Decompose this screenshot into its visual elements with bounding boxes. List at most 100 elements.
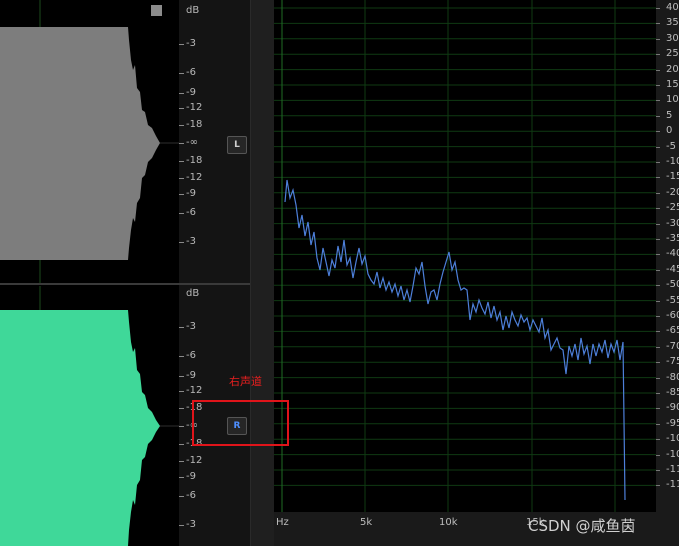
db-tick: [179, 73, 184, 74]
db-tick-label: -9: [186, 370, 196, 381]
amplitude-tick: [656, 393, 660, 394]
db-tick-label: -3: [186, 38, 196, 49]
amplitude-tick: [656, 316, 660, 317]
db-tick: [179, 108, 184, 109]
waveform-panel[interactable]: [0, 0, 179, 546]
amplitude-tick-label: -100: [666, 433, 679, 445]
db-tick: [179, 194, 184, 195]
amplitude-tick: [656, 38, 660, 40]
annotation-highlight-box: [192, 400, 289, 446]
channel-divider[interactable]: [0, 283, 250, 285]
db-header: dB: [186, 5, 200, 16]
amplitude-tick: [656, 285, 660, 287]
db-tick: [179, 376, 184, 377]
db-tick-label: -6: [186, 67, 196, 78]
left-channel-button[interactable]: L: [227, 136, 247, 154]
db-tick-label: -18: [186, 119, 203, 130]
amplitude-tick-label: -20: [666, 186, 679, 198]
amplitude-tick-label: -40: [666, 248, 679, 260]
db-tick: [179, 213, 184, 214]
amplitude-tick: [656, 423, 660, 425]
amplitude-tick-label: -10: [666, 156, 679, 167]
amplitude-tick: [656, 269, 660, 271]
db-tick: [179, 161, 184, 162]
amplitude-tick-label: -90: [666, 402, 679, 414]
amplitude-tick: [656, 8, 660, 9]
db-tick: [179, 525, 184, 526]
amplitude-tick: [656, 454, 660, 456]
db-tick-label: -3: [186, 236, 196, 247]
db-tick: [179, 242, 184, 243]
amplitude-tick-label: -70: [666, 340, 679, 352]
db-tick-label: -12: [186, 172, 203, 183]
amplitude-tick: [656, 439, 660, 441]
db-tick-label: -18: [186, 155, 203, 166]
amplitude-tick: [656, 377, 660, 379]
amplitude-tick-label: -30: [666, 217, 679, 229]
db-tick: [179, 125, 184, 126]
amplitude-tick-label: -95: [666, 417, 679, 429]
amplitude-tick: [656, 223, 660, 225]
amplitude-tick: [656, 115, 660, 117]
panel-splitter[interactable]: [250, 0, 275, 546]
db-tick: [179, 44, 184, 45]
amplitude-tick: [656, 208, 660, 210]
db-tick-label: -12: [186, 385, 203, 396]
amplitude-tick: [656, 146, 660, 148]
db-tick: [179, 496, 184, 497]
x-tick-label: 10k: [439, 517, 458, 528]
amplitude-tick-label: -55: [666, 294, 679, 306]
amplitude-tick: [656, 162, 660, 163]
amplitude-tick-label: -5: [666, 140, 676, 152]
right-channel-waveform: [0, 310, 160, 546]
amplitude-tick: [656, 485, 660, 487]
spectrum-line: [284, 179, 626, 501]
db-tick: [179, 143, 184, 144]
db-tick-label: -9: [186, 188, 196, 199]
db-tick: [179, 356, 184, 357]
amplitude-tick-label: -110: [666, 464, 679, 475]
waveform-canvas[interactable]: [0, 0, 179, 546]
amplitude-tick: [656, 69, 660, 71]
x-tick-label: 5k: [360, 517, 373, 528]
db-tick-label: -6: [186, 207, 196, 218]
amplitude-tick-label: -115: [666, 479, 679, 491]
amplitude-tick-label: -15: [666, 171, 679, 183]
db-tick: [179, 444, 184, 445]
amplitude-tick-label: 30: [666, 32, 679, 44]
zoom-corner-icon[interactable]: [151, 5, 162, 16]
amplitude-tick-label: -105: [666, 448, 679, 460]
amplitude-tick-label: -85: [666, 387, 679, 398]
left-channel-waveform: [0, 27, 160, 260]
amplitude-tick-label: 35: [666, 17, 679, 29]
amplitude-tick: [656, 408, 660, 410]
watermark: CSDN @咸鱼茵: [528, 517, 636, 535]
amplitude-tick: [656, 85, 660, 86]
db-scale-column: dB -3 -6 -9 -12 -18 -∞ -18 -12 -9 -6 -3 dB -3 -6 -9 -12…: [179, 0, 250, 546]
amplitude-tick-label: -65: [666, 325, 679, 337]
db-tick: [179, 408, 184, 409]
db-tick: [179, 391, 184, 392]
amplitude-tick: [656, 470, 660, 471]
amplitude-tick-label: 40: [666, 2, 679, 13]
db-tick: [179, 426, 184, 427]
amplitude-tick-label: -50: [666, 279, 679, 291]
x-tick-label: Hz: [276, 517, 289, 528]
amplitude-tick: [656, 331, 660, 333]
amplitude-tick: [656, 177, 660, 179]
db-tick-label: -9: [186, 471, 196, 482]
amplitude-tick-label: 15: [666, 79, 679, 90]
amplitude-tick-label: 20: [666, 63, 679, 75]
frequency-analysis-plot[interactable]: [274, 0, 656, 512]
db-tick-label: -6: [186, 490, 196, 501]
amplitude-tick-label: -75: [666, 356, 679, 368]
amplitude-tick-label: 5: [666, 109, 673, 121]
db-tick: [179, 93, 184, 94]
db-tick-label: -12: [186, 102, 203, 113]
amplitude-tick-label: -25: [666, 202, 679, 214]
db-tick: [179, 327, 184, 328]
spectrum-canvas: [274, 0, 656, 512]
amplitude-tick: [656, 131, 660, 133]
amplitude-tick: [656, 100, 660, 102]
amplitude-tick: [656, 254, 660, 256]
